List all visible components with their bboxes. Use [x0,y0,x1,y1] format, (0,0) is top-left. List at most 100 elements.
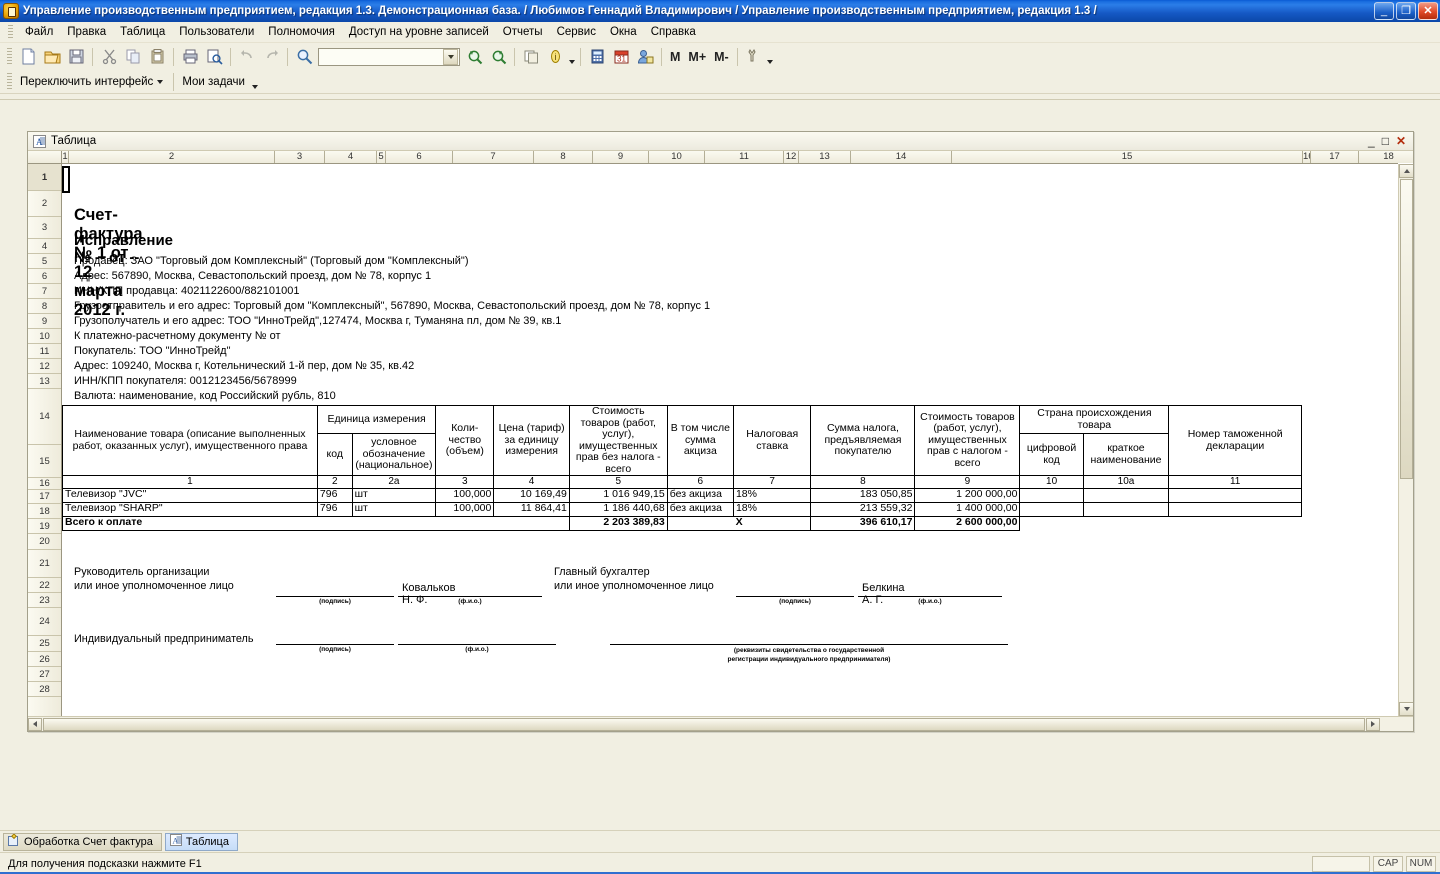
row-header-12[interactable]: 12 [28,359,61,374]
column-header-3[interactable]: 3 [275,151,325,163]
menu-item-reports[interactable]: Отчеты [496,24,550,40]
copy-icon[interactable] [122,46,144,68]
new-document-icon[interactable] [17,46,39,68]
row-header-27[interactable]: 27 [28,667,61,682]
tools-dropdown-arrow[interactable] [766,46,775,68]
menu-item-permissions[interactable]: Полномочия [261,24,342,40]
select-all-corner[interactable] [28,151,62,163]
row-header-9[interactable]: 9 [28,314,61,329]
column-header-7[interactable]: 7 [453,151,534,163]
menu-item-windows[interactable]: Окна [603,24,644,40]
column-header-17[interactable]: 17 [1311,151,1359,163]
row-header-22[interactable]: 22 [28,578,61,593]
column-header-12[interactable]: 12 [784,151,799,163]
secondary-toolbar-grip[interactable] [7,73,12,90]
row-header-18[interactable]: 18 [28,504,61,519]
menu-item-help[interactable]: Справка [644,24,703,40]
row-header-23[interactable]: 23 [28,593,61,608]
row-header-26[interactable]: 26 [28,652,61,667]
search-dropdown-arrow[interactable] [443,48,458,65]
wrench-icon[interactable] [743,46,765,68]
scroll-left-button[interactable] [28,717,42,731]
menu-item-record-access[interactable]: Доступ на уровне записей [342,24,496,40]
column-header-18[interactable]: 18 [1359,151,1413,163]
row-header-1[interactable]: 1 [28,164,61,191]
scroll-right-button[interactable] [1366,717,1380,731]
minimize-button[interactable]: _ [1374,2,1394,20]
row-header-15[interactable]: 15 [28,445,61,478]
row-header-11[interactable]: 11 [28,344,61,359]
row-header-14[interactable]: 14 [28,389,61,445]
open-folder-icon[interactable] [41,46,63,68]
my-tasks-dropdown-arrow[interactable] [251,71,260,93]
row-header-20[interactable]: 20 [28,534,61,550]
horizontal-scroll-thumb[interactable] [43,717,1365,731]
child-minimize-button[interactable]: _ [1368,135,1375,147]
info-dropdown-arrow[interactable] [567,46,576,68]
column-header-14[interactable]: 14 [851,151,952,163]
row-header-24[interactable]: 24 [28,608,61,636]
column-header-6[interactable]: 6 [386,151,453,163]
row-header-16[interactable]: 16 [28,478,61,490]
calendar-icon[interactable]: 31 [610,46,632,68]
memory-button-m[interactable]: M [666,50,684,64]
toolbar-grip[interactable] [7,48,12,65]
column-header-11[interactable]: 11 [705,151,784,163]
scroll-down-button[interactable] [1399,702,1413,716]
column-header-10[interactable]: 10 [649,151,705,163]
print-icon[interactable] [179,46,201,68]
switch-interface-button[interactable]: Переключить интерфейс [16,74,169,90]
taskbar-item-processing[interactable]: Обработка Счет фактура [3,832,162,851]
horizontal-scrollbar[interactable] [28,716,1413,731]
table-row[interactable]: Телевизор "JVC" 796 шт 100,000 10 169,49… [62,487,1302,503]
find-magnifier-icon[interactable] [293,46,315,68]
child-window-title-bar[interactable]: A Таблица _ □ ✕ [28,132,1413,151]
calculator-icon[interactable] [586,46,608,68]
row-header-5[interactable]: 5 [28,254,61,269]
column-header-16[interactable]: 16 [1303,151,1311,163]
memory-button-mminus[interactable]: M- [710,50,733,64]
paste-clipboard-icon[interactable] [146,46,168,68]
row-header-17[interactable]: 17 [28,490,61,504]
row-header-19[interactable]: 19 [28,519,61,534]
close-button[interactable]: ✕ [1418,2,1438,20]
my-tasks-button[interactable]: Мои задачи [178,74,251,90]
user-account-icon[interactable] [634,46,656,68]
sheet-canvas[interactable]: Приложение № 1 к постановлению Правитель… [62,164,1398,716]
search-prev-icon[interactable] [487,46,509,68]
column-header-1[interactable]: 1 [62,151,69,163]
restore-button[interactable]: ❐ [1396,2,1416,20]
row-header-8[interactable]: 8 [28,299,61,314]
row-header-25[interactable]: 25 [28,636,61,652]
menu-item-file[interactable]: Файл [18,24,60,40]
row-header-10[interactable]: 10 [28,329,61,344]
row-header-21[interactable]: 21 [28,550,61,578]
search-next-icon[interactable] [463,46,485,68]
menu-grip[interactable] [8,25,13,39]
child-close-button[interactable]: ✕ [1396,135,1406,147]
memory-button-mplus[interactable]: M+ [684,50,710,64]
column-header-4[interactable]: 4 [325,151,377,163]
info-icon[interactable]: i [544,46,566,68]
scroll-up-button[interactable] [1399,164,1413,178]
copy-window-icon[interactable] [520,46,542,68]
cut-scissors-icon[interactable] [98,46,120,68]
row-header-13[interactable]: 13 [28,374,61,389]
menu-item-edit[interactable]: Правка [60,24,113,40]
row-header-3[interactable]: 3 [28,217,61,239]
column-header-2[interactable]: 2 [69,151,275,163]
vertical-scroll-thumb[interactable] [1400,179,1413,479]
vertical-scrollbar[interactable] [1398,164,1413,716]
row-header-4[interactable]: 4 [28,239,61,254]
child-maximize-button[interactable]: □ [1382,135,1389,147]
row-header-28[interactable]: 28 [28,682,61,697]
save-disk-icon[interactable] [65,46,87,68]
taskbar-item-table[interactable]: A Таблица [164,832,238,851]
column-header-5[interactable]: 5 [377,151,386,163]
row-header-7[interactable]: 7 [28,284,61,299]
menu-item-table[interactable]: Таблица [113,24,172,40]
menu-item-service[interactable]: Сервис [550,24,603,40]
table-row[interactable]: Телевизор "SHARP" 796 шт 100,000 11 864,… [62,501,1302,517]
column-header-8[interactable]: 8 [534,151,593,163]
row-header-2[interactable]: 2 [28,191,61,217]
